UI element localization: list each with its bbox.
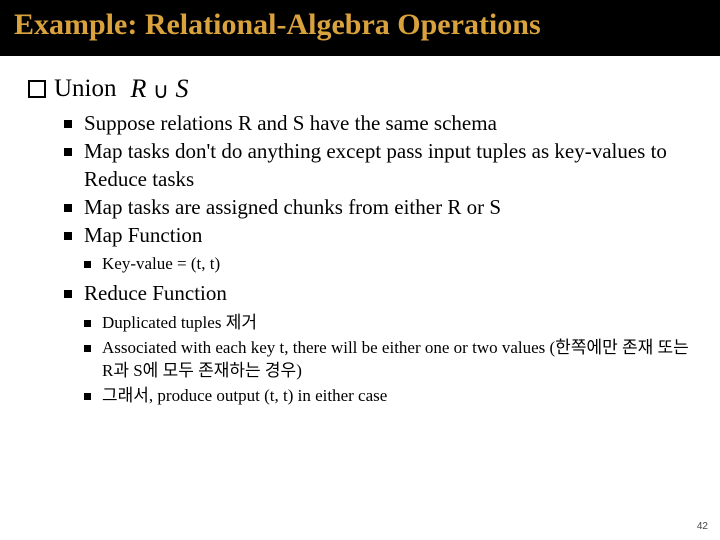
title-bar: Example: Relational-Algebra Operations: [0, 0, 720, 56]
bullet-list: Suppose relations R and S have the same …: [64, 110, 692, 249]
slide-content: Union R ∪ S Suppose relations R and S ha…: [0, 56, 720, 407]
checkbox-icon: [28, 80, 46, 98]
sub-bullet-list: Key-value = (t, t): [84, 253, 692, 276]
union-expression: R ∪ S: [131, 74, 189, 104]
sub-bullet-list: Duplicated tuples 제거 Associated with eac…: [84, 312, 692, 408]
list-item: 그래서, produce output (t, t) in either cas…: [84, 385, 692, 408]
bullet-list: Reduce Function: [64, 280, 692, 307]
section-heading-row: Union R ∪ S: [28, 74, 692, 104]
list-item: Map tasks are assigned chunks from eithe…: [64, 194, 692, 221]
list-item: Reduce Function: [64, 280, 692, 307]
expr-left: R: [131, 74, 147, 103]
list-item: Map tasks don't do anything except pass …: [64, 138, 692, 193]
list-item: Suppose relations R and S have the same …: [64, 110, 692, 137]
slide-title: Example: Relational-Algebra Operations: [14, 8, 706, 42]
union-symbol-icon: ∪: [153, 78, 169, 103]
list-item: Associated with each key t, there will b…: [84, 337, 692, 383]
list-item: Key-value = (t, t): [84, 253, 692, 276]
list-item: Map Function: [64, 222, 692, 249]
section-heading: Union: [54, 75, 117, 103]
expr-right: S: [176, 74, 189, 103]
page-number: 42: [697, 521, 708, 532]
list-item: Duplicated tuples 제거: [84, 312, 692, 335]
